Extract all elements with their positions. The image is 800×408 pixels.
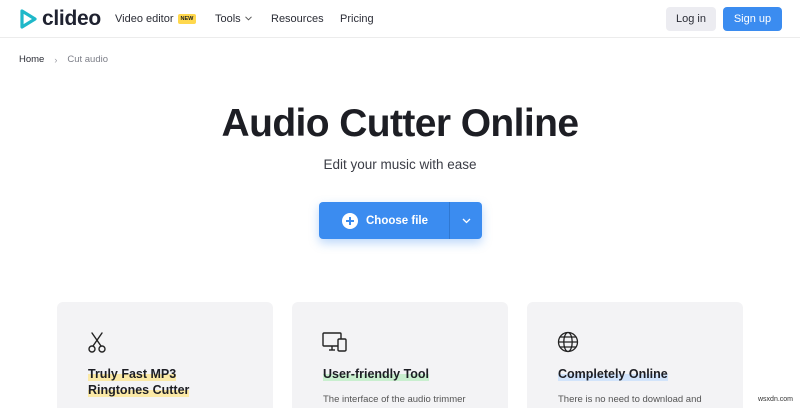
clideo-logo[interactable]: clideo — [18, 8, 101, 30]
globe-icon — [557, 331, 579, 353]
nav-video-editor-label: Video editor — [115, 13, 174, 25]
devices-icon — [322, 332, 347, 352]
breadcrumb-home[interactable]: Home — [19, 54, 44, 66]
feature-card-title: Completely Online — [558, 366, 733, 382]
new-badge: NEW — [177, 14, 197, 24]
feature-card-text: The interface of the audio trimmer — [323, 394, 466, 405]
breadcrumb-current: Cut audio — [67, 54, 109, 65]
feature-card-title-text: Completely Online — [558, 367, 668, 381]
feature-card-title: Truly Fast MP3 Ringtones Cutter — [88, 366, 263, 398]
choose-file-button[interactable]: Choose file — [319, 202, 449, 239]
choose-file-label: Choose file — [366, 214, 428, 227]
feature-card-title: User-friendly Tool — [323, 366, 498, 382]
choose-file-control: Choose file — [319, 202, 482, 239]
nav-video-editor[interactable]: Video editor NEW — [115, 12, 197, 26]
top-nav: clideo Video editor NEW Tools Resources P… — [0, 0, 800, 38]
feature-card-title-line2: Ringtones Cutter — [88, 383, 190, 397]
upload-source-dropdown[interactable] — [450, 202, 482, 239]
nav-tools[interactable]: Tools — [215, 12, 252, 26]
nav-pricing[interactable]: Pricing — [340, 12, 374, 26]
page-title: Audio Cutter Online — [221, 102, 580, 145]
feature-card-fast: Truly Fast MP3 Ringtones Cutter — [57, 302, 273, 408]
breadcrumb: Home › Cut audio — [19, 54, 108, 66]
feature-card-text: There is no need to download and — [558, 394, 702, 405]
signup-button[interactable]: Sign up — [723, 7, 782, 31]
watermark: wsxdn.com — [758, 396, 794, 403]
play-logo-icon — [20, 9, 37, 29]
plus-icon — [342, 212, 358, 229]
feature-card-user-friendly: User-friendly Tool — [292, 302, 508, 408]
feature-card-title-text: User-friendly Tool — [323, 367, 430, 381]
feature-card-title-line1: Truly Fast MP3 — [88, 367, 177, 381]
login-button[interactable]: Log in — [666, 7, 716, 31]
scissors-icon — [88, 332, 106, 353]
nav-tools-label: Tools — [215, 13, 241, 25]
page-subtitle: Edit your music with ease — [323, 157, 477, 172]
chevron-down-icon — [462, 218, 470, 223]
chevron-down-icon — [244, 16, 252, 21]
logo-text: clideo — [42, 7, 101, 30]
feature-card-online: Completely Online — [527, 302, 743, 408]
breadcrumb-separator: › — [54, 55, 58, 65]
nav-resources[interactable]: Resources — [271, 12, 324, 26]
